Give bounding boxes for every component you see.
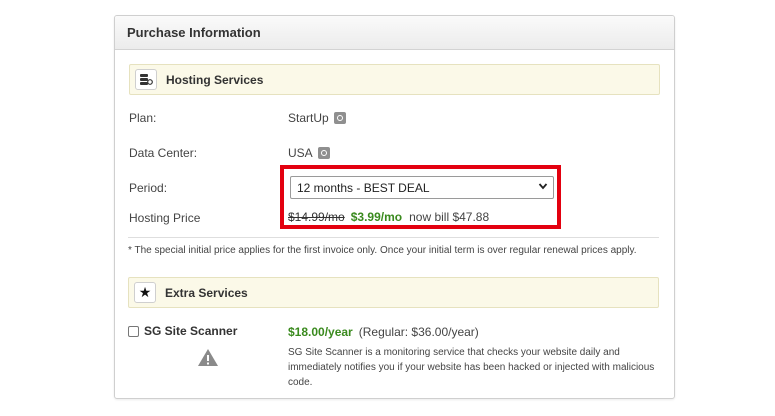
star-icon: ★	[134, 282, 156, 303]
hosting-services-title: Hosting Services	[166, 73, 264, 87]
panel-header: Purchase Information	[115, 16, 674, 50]
sg-site-scanner-checkbox[interactable]	[128, 325, 139, 337]
panel-title: Purchase Information	[127, 25, 261, 40]
scanner-price: $18.00/year	[288, 325, 353, 339]
pricing-note: * The special initial price applies for …	[128, 245, 637, 256]
change-datacenter-button[interactable]	[317, 147, 330, 159]
hosting-price-row: $14.99/mo $3.99/mo now bill $47.88	[288, 210, 489, 224]
hosting-services-header: Hosting Services	[129, 64, 660, 95]
warning-icon	[197, 348, 219, 367]
scanner-price-row: $18.00/year (Regular: $36.00/year)	[288, 325, 479, 339]
server-icon	[135, 69, 157, 90]
scanner-regular-price: (Regular: $36.00/year)	[358, 325, 479, 339]
sg-site-scanner-label: SG Site Scanner	[144, 324, 238, 338]
plan-value: StartUp	[288, 111, 346, 125]
old-price: $14.99/mo	[288, 210, 345, 224]
scanner-description: SG Site Scanner is a monitoring service …	[288, 347, 655, 388]
change-plan-button[interactable]	[333, 112, 346, 124]
period-select-value: 12 months - BEST DEAL	[297, 181, 430, 195]
new-price: $3.99/mo	[350, 210, 403, 224]
extra-services-title: Extra Services	[165, 286, 248, 300]
hosting-price-label: Hosting Price	[129, 211, 201, 225]
sg-site-scanner-option[interactable]: SG Site Scanner	[128, 324, 237, 338]
datacenter-value-text: USA	[288, 146, 313, 160]
datacenter-label: Data Center:	[129, 146, 198, 160]
plan-value-text: StartUp	[288, 111, 329, 125]
divider	[128, 237, 659, 238]
period-select[interactable]: 12 months - BEST DEAL	[290, 176, 554, 199]
chevron-down-icon	[538, 181, 548, 194]
period-label: Period:	[129, 181, 168, 195]
plan-label: Plan:	[129, 111, 157, 125]
bill-text: now bill $47.88	[409, 210, 490, 224]
datacenter-value: USA	[288, 146, 330, 160]
extra-services-header: ★ Extra Services	[128, 277, 659, 308]
